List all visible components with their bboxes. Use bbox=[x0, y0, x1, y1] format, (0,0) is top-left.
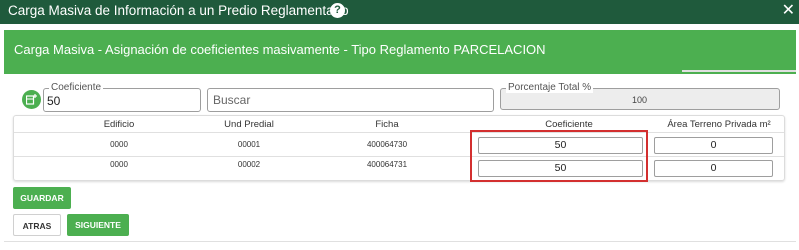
column-header-area-terreno: Área Terreno Privada m² bbox=[667, 119, 771, 130]
coeficientes-table: Edificio Und Predial Ficha Coeficiente Á… bbox=[13, 115, 785, 181]
add-table-icon[interactable] bbox=[22, 90, 41, 109]
search-input[interactable] bbox=[208, 89, 493, 111]
coeficiente-highlight-box bbox=[470, 130, 648, 182]
cell-ficha: 400064731 bbox=[366, 160, 408, 169]
cell-ficha: 400064730 bbox=[366, 140, 408, 149]
column-header-coeficiente: Coeficiente bbox=[545, 119, 593, 130]
guardar-button[interactable]: GUARDAR bbox=[13, 187, 71, 209]
coeficiente-label: Coeficiente bbox=[49, 82, 104, 93]
help-icon[interactable]: ? bbox=[330, 3, 345, 18]
column-header-und-predial: Und Predial bbox=[224, 119, 274, 130]
area-terreno-input[interactable]: 0 bbox=[654, 137, 773, 154]
porcentaje-total-value: 100 bbox=[631, 95, 647, 105]
cell-edificio: 0000 bbox=[110, 140, 128, 149]
siguiente-button[interactable]: SIGUIENTE bbox=[67, 214, 129, 236]
coeficiente-field[interactable]: Coeficiente 50 bbox=[43, 82, 201, 112]
cell-edificio: 0000 bbox=[110, 160, 128, 169]
section-header-panel: Carga Masiva - Asignación de coeficiente… bbox=[4, 30, 796, 74]
cell-und-predial: 00002 bbox=[237, 160, 261, 169]
section-title: Carga Masiva - Asignación de coeficiente… bbox=[14, 42, 546, 57]
column-header-edificio: Edificio bbox=[103, 119, 135, 130]
porcentaje-total-label: Porcentaje Total % bbox=[506, 82, 594, 93]
coeficiente-value: 50 bbox=[47, 94, 61, 108]
footer-divider bbox=[4, 241, 796, 242]
window-title: Carga Masiva de Información a un Predio … bbox=[8, 3, 349, 18]
cell-und-predial: 00001 bbox=[237, 140, 261, 149]
column-header-ficha: Ficha bbox=[375, 119, 399, 130]
atras-button[interactable]: ATRAS bbox=[13, 214, 61, 236]
row-divider bbox=[14, 132, 784, 133]
row-divider bbox=[14, 156, 784, 157]
area-terreno-input[interactable]: 0 bbox=[654, 160, 773, 177]
search-field[interactable] bbox=[207, 88, 494, 112]
porcentaje-total-field: Porcentaje Total % 100 bbox=[500, 82, 780, 110]
panel-divider bbox=[682, 70, 796, 72]
window-titlebar: Carga Masiva de Información a un Predio … bbox=[0, 0, 799, 24]
close-icon[interactable]: ✕ bbox=[782, 1, 795, 21]
